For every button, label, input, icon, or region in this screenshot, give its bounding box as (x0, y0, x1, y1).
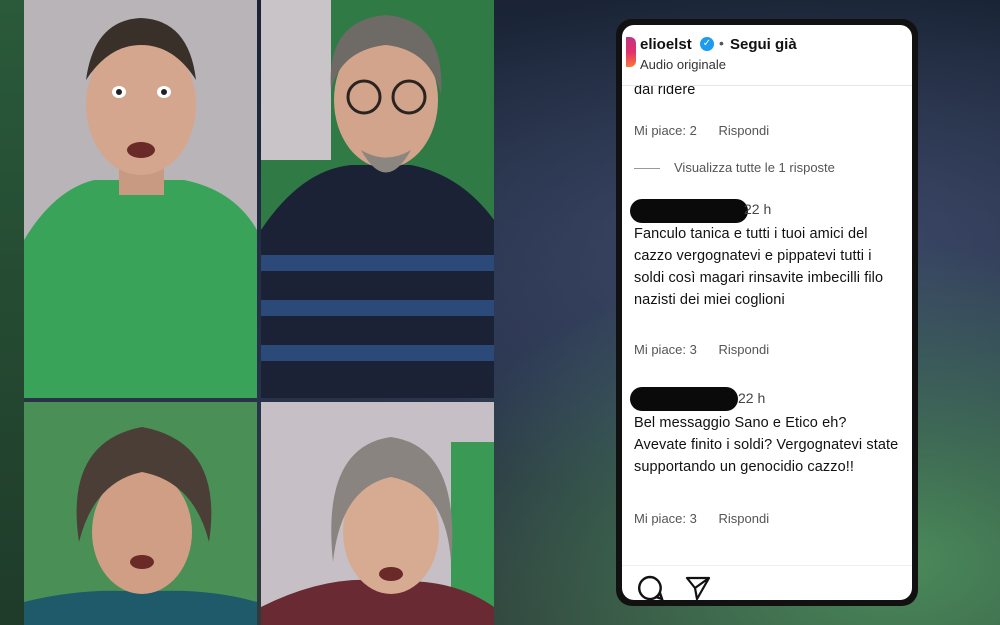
comment-fragment: dai ridere (634, 85, 900, 101)
likes-count[interactable]: Mi piace: 2 (634, 123, 697, 138)
comment-time: 22 h (744, 201, 772, 217)
comment-meta: Mi piace: 3 Rispondi (634, 511, 900, 526)
avatar[interactable] (626, 37, 636, 67)
comment-meta: Mi piace: 2 Rispondi (634, 123, 900, 138)
video-collage (24, 0, 494, 625)
redacted-username (630, 387, 738, 411)
video-tile-bottom-right (261, 402, 494, 625)
share-icon[interactable] (684, 574, 712, 600)
verified-badge-icon: ✓ (700, 37, 714, 51)
instagram-screen: elioelst ✓ • Segui già Audio originale d… (622, 25, 912, 600)
likes-count[interactable]: Mi piace: 3 (634, 511, 697, 526)
comment: Fanculo tanica e tutti i tuoi amici del … (634, 223, 900, 311)
view-all-replies-label[interactable]: Visualizza tutte le 1 risposte (674, 160, 835, 175)
divider-line (634, 168, 660, 169)
video-tile-bottom-left (24, 402, 257, 625)
action-bar (622, 565, 912, 600)
comment-text: dai ridere (634, 85, 696, 98)
comment-meta: Mi piace: 3 Rispondi (634, 342, 900, 357)
reply-button[interactable]: Rispondi (719, 511, 770, 526)
follow-button[interactable]: Segui già (730, 36, 797, 53)
comment-text: Fanculo tanica e tutti i tuoi amici del … (634, 226, 884, 308)
reply-button[interactable]: Rispondi (719, 123, 770, 138)
view-all-replies[interactable]: Visualizza tutte le 1 risposte (634, 158, 900, 178)
separator: • (719, 35, 724, 51)
left-strip (0, 0, 24, 625)
likes-count[interactable]: Mi piace: 3 (634, 342, 697, 357)
username[interactable]: elioelst (640, 36, 692, 53)
phone-frame: elioelst ✓ • Segui già Audio originale d… (616, 19, 918, 606)
video-tile-top-right (261, 0, 494, 398)
reply-button[interactable]: Rispondi (719, 342, 770, 357)
audio-label[interactable]: Audio originale (640, 57, 726, 72)
comment-text: Bel messaggio Sano e Etico eh? Avevate f… (634, 415, 899, 475)
post-header: elioelst ✓ • Segui già Audio originale (622, 25, 912, 86)
comment: Bel messaggio Sano e Etico eh? Avevate f… (634, 412, 900, 478)
video-tile-top-left (24, 0, 257, 398)
comment-time: 22 h (738, 390, 766, 406)
comment-icon[interactable] (636, 574, 664, 600)
redacted-username (630, 199, 748, 223)
